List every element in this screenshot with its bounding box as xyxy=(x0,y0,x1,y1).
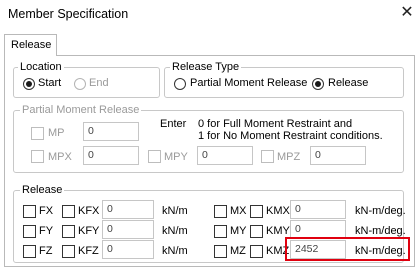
enter-label: Enter xyxy=(160,118,187,130)
moment-hint-line1: 0 for Full Moment Restraint and xyxy=(198,118,353,130)
mpz-label: MPZ xyxy=(277,151,301,163)
mp-label: MP xyxy=(48,127,65,139)
my-label: MY xyxy=(230,225,247,237)
kmz-highlight-box xyxy=(285,237,410,261)
start-radio[interactable] xyxy=(23,78,35,90)
mx-checkbox[interactable] xyxy=(214,205,227,218)
mpy-label: MPY xyxy=(164,151,188,163)
kmy-label: KMY xyxy=(266,225,290,237)
release-type-label: Release Type xyxy=(170,61,242,73)
fy-checkbox[interactable] xyxy=(23,225,36,238)
mpy-field: 0 xyxy=(197,146,253,165)
close-icon[interactable]: ✕ xyxy=(398,3,416,23)
radio-selected-dot xyxy=(315,81,321,87)
partial-moment-release-radio-label: Partial Moment Release xyxy=(190,77,308,89)
mz-label: MZ xyxy=(230,245,246,257)
window-title: Member Specification xyxy=(8,7,129,21)
radio-selected-dot xyxy=(26,81,32,87)
release-group-label: Release xyxy=(20,184,65,196)
kmz-checkbox[interactable] xyxy=(250,245,263,258)
release-radio[interactable] xyxy=(312,78,324,90)
kmx-label: KMX xyxy=(266,205,290,217)
mp-field: 0 xyxy=(83,122,139,141)
tab-release[interactable]: Release xyxy=(4,34,57,56)
fx-label: FX xyxy=(39,205,54,217)
mpz-checkbox xyxy=(261,150,274,163)
end-radio xyxy=(74,78,86,90)
fz-checkbox[interactable] xyxy=(23,245,36,258)
kfx-label: KFX xyxy=(78,205,100,217)
kmx-field[interactable]: 0 xyxy=(290,200,346,219)
kfz-unit: kN/m xyxy=(162,245,188,257)
kmy-unit: kN-m/deg. xyxy=(355,225,406,237)
kfx-field[interactable]: 0 xyxy=(102,200,154,219)
partial-moment-release-radio[interactable] xyxy=(174,78,186,90)
start-radio-label: Start xyxy=(38,77,62,89)
kmx-checkbox[interactable] xyxy=(250,205,263,218)
partial-moment-release-label: Partial Moment Release xyxy=(20,104,142,116)
kfy-checkbox[interactable] xyxy=(62,225,75,238)
fy-label: FY xyxy=(39,225,54,237)
kfy-label: KFY xyxy=(78,225,100,237)
mpx-checkbox xyxy=(31,150,44,163)
location-label: Location xyxy=(18,61,64,73)
release-radio-label: Release xyxy=(328,77,369,89)
kfy-field[interactable]: 0 xyxy=(102,220,154,239)
mz-checkbox[interactable] xyxy=(214,245,227,258)
mpy-checkbox xyxy=(148,150,161,163)
kmy-checkbox[interactable] xyxy=(250,225,263,238)
my-checkbox[interactable] xyxy=(214,225,227,238)
end-radio-label: End xyxy=(89,77,109,89)
kfz-field[interactable]: 0 xyxy=(102,240,154,259)
mpx-field: 0 xyxy=(83,146,139,165)
fx-checkbox[interactable] xyxy=(23,205,36,218)
kfy-unit: kN/m xyxy=(162,225,188,237)
kmx-unit: kN-m/deg. xyxy=(355,205,406,217)
moment-hint-line2: 1 for No Moment Restraint conditions. xyxy=(198,130,383,142)
mpx-label: MPX xyxy=(48,151,72,163)
fz-label: FZ xyxy=(39,245,53,257)
kfx-unit: kN/m xyxy=(162,205,188,217)
kfx-checkbox[interactable] xyxy=(62,205,75,218)
mx-label: MX xyxy=(230,205,247,217)
mp-checkbox xyxy=(31,127,44,140)
kfz-checkbox[interactable] xyxy=(62,245,75,258)
kfz-label: KFZ xyxy=(78,245,99,257)
mpz-field: 0 xyxy=(310,146,366,165)
